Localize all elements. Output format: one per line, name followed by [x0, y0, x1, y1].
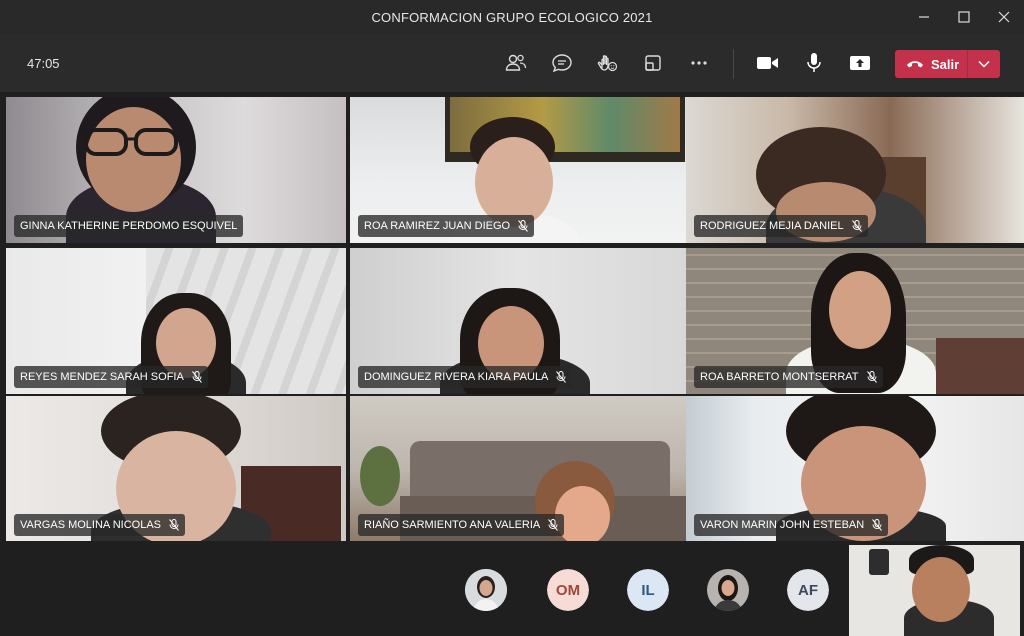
- reactions-button[interactable]: [592, 48, 622, 78]
- breakout-rooms-button[interactable]: [638, 48, 668, 78]
- participant-name-tag: GINNA KATHERINE PERDOMO ESQUIVEL: [14, 215, 244, 237]
- reactions-icon: [597, 55, 618, 72]
- muted-mic-icon: [851, 220, 862, 232]
- participant-name: DOMINGUEZ RIVERA KIARA PAULA: [364, 371, 549, 383]
- participant-name: RODRIGUEZ MEJIA DANIEL: [700, 220, 844, 232]
- video-tile[interactable]: REYES MENDEZ SARAH SOFIA: [6, 248, 346, 394]
- hang-up-icon: [907, 61, 923, 68]
- participant-name-tag: VARGAS MOLINA NICOLAS: [14, 514, 186, 536]
- leave-label: Salir: [931, 56, 960, 72]
- participant-name: REYES MENDEZ SARAH SOFIA: [20, 371, 184, 383]
- participant-name: ROA BARRETO MONTSERRAT: [700, 371, 859, 383]
- meeting-toolbar: 47:05 Salir: [0, 34, 1024, 92]
- participant-name-tag: RIAÑO SARMIENTO ANA VALERIA: [358, 514, 565, 536]
- participant-avatar[interactable]: [707, 569, 749, 611]
- minimize-button[interactable]: [904, 0, 944, 34]
- participant-name: VARGAS MOLINA NICOLAS: [20, 519, 162, 531]
- window-title: CONFORMACION GRUPO ECOLOGICO 2021: [371, 9, 653, 25]
- video-tile[interactable]: GINNA KATHERINE PERDOMO ESQUIVEL: [6, 97, 346, 243]
- title-bar: CONFORMACION GRUPO ECOLOGICO 2021: [0, 0, 1024, 34]
- participant-name-tag: VARON MARIN JOHN ESTEBAN: [694, 514, 889, 536]
- participants-button[interactable]: [501, 48, 531, 78]
- overflow-participants-bar: OM IL AF: [0, 541, 1024, 636]
- close-icon: [998, 11, 1010, 23]
- muted-mic-icon: [169, 519, 179, 531]
- microphone-button[interactable]: [799, 48, 829, 78]
- muted-mic-icon: [548, 519, 559, 531]
- muted-mic-icon: [866, 371, 877, 383]
- participant-name-tag: ROA RAMIREZ JUAN DIEGO: [358, 215, 535, 237]
- participant-avatar[interactable]: OM: [547, 569, 589, 611]
- microphone-icon: [807, 53, 821, 72]
- share-screen-icon: [850, 56, 870, 70]
- participant-name-tag: ROA BARRETO MONTSERRAT: [694, 366, 883, 388]
- camera-button[interactable]: [753, 48, 783, 78]
- participant-avatar[interactable]: IL: [627, 569, 669, 611]
- maximize-icon: [958, 11, 970, 23]
- muted-mic-icon: [872, 519, 883, 531]
- video-tile[interactable]: VARGAS MOLINA NICOLAS: [6, 396, 346, 542]
- participant-name-tag: RODRIGUEZ MEJIA DANIEL: [694, 215, 868, 237]
- avatar-photo: [465, 569, 507, 611]
- avatar-photo: [707, 569, 749, 611]
- leave-button-group: Salir: [895, 50, 1000, 78]
- video-tile[interactable]: RODRIGUEZ MEJIA DANIEL: [686, 97, 1024, 243]
- camera-icon: [757, 57, 778, 69]
- chat-button[interactable]: [547, 48, 577, 78]
- leave-button[interactable]: Salir: [895, 50, 967, 78]
- participant-name: VARON MARIN JOHN ESTEBAN: [700, 519, 865, 531]
- more-options-icon: [691, 61, 707, 65]
- muted-mic-icon: [556, 371, 567, 383]
- close-button[interactable]: [984, 0, 1024, 34]
- maximize-button[interactable]: [944, 0, 984, 34]
- video-tile[interactable]: ROA BARRETO MONTSERRAT: [686, 248, 1024, 394]
- video-tile[interactable]: VARON MARIN JOHN ESTEBAN: [686, 396, 1024, 542]
- video-tile[interactable]: DOMINGUEZ RIVERA KIARA PAULA: [350, 248, 690, 394]
- participants-icon: [505, 54, 527, 71]
- participant-name-tag: DOMINGUEZ RIVERA KIARA PAULA: [358, 366, 573, 388]
- minimize-icon: [919, 16, 929, 18]
- participant-name-tag: REYES MENDEZ SARAH SOFIA: [14, 366, 208, 388]
- chevron-down-icon: [978, 60, 990, 68]
- toolbar-divider: [733, 49, 734, 79]
- window-controls: [904, 0, 1024, 34]
- leave-options-button[interactable]: [968, 50, 1000, 78]
- participant-avatar[interactable]: [465, 569, 507, 611]
- participant-avatar[interactable]: AF: [787, 569, 829, 611]
- video-tile[interactable]: ROA RAMIREZ JUAN DIEGO: [350, 97, 690, 243]
- chat-icon: [552, 54, 572, 73]
- breakout-rooms-icon: [645, 55, 661, 71]
- avatar-initials: IL: [627, 569, 669, 611]
- meeting-timer: 47:05: [27, 56, 60, 71]
- participant-name: GINNA KATHERINE PERDOMO ESQUIVEL: [20, 220, 238, 232]
- muted-mic-icon: [191, 371, 202, 383]
- more-options-button[interactable]: [684, 48, 714, 78]
- video-tile[interactable]: RIAÑO SARMIENTO ANA VALERIA: [350, 396, 690, 542]
- avatar-initials: OM: [547, 569, 589, 611]
- participant-name: RIAÑO SARMIENTO ANA VALERIA: [364, 519, 541, 531]
- participant-name: ROA RAMIREZ JUAN DIEGO: [364, 220, 511, 232]
- share-screen-button[interactable]: [845, 48, 875, 78]
- avatar-initials: AF: [787, 569, 829, 611]
- muted-mic-icon: [518, 220, 528, 232]
- self-view-video[interactable]: [849, 545, 1020, 636]
- glasses-icon: [84, 128, 178, 156]
